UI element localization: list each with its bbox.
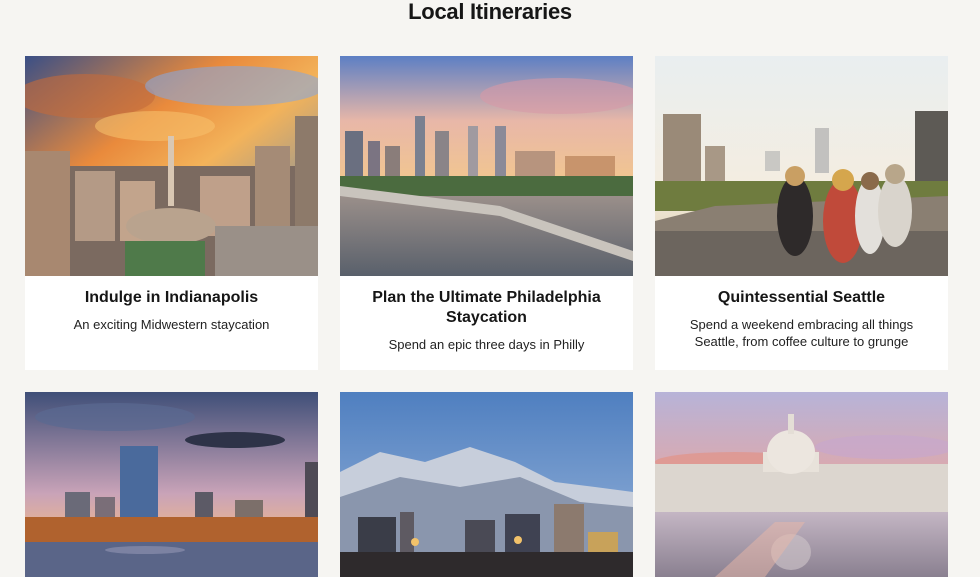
itinerary-card-washington-dc[interactable] bbox=[655, 392, 948, 577]
card-title: Indulge in Indianapolis bbox=[84, 289, 259, 306]
philadelphia-photo bbox=[340, 56, 633, 276]
salt-lake-city-photo bbox=[340, 392, 633, 577]
itinerary-card-indianapolis[interactable]: Indulge in Indianapolis An exciting Midw… bbox=[25, 56, 318, 370]
itinerary-card-philadelphia[interactable]: Plan the Ultimate Philadelphia Staycatio… bbox=[340, 56, 633, 370]
itinerary-card-seattle[interactable]: Quintessential Seattle Spend a weekend e… bbox=[655, 56, 948, 370]
card-description: An exciting Midwestern staycation bbox=[73, 317, 270, 332]
itinerary-card-salt-lake-city[interactable] bbox=[340, 392, 633, 577]
boston-photo bbox=[25, 392, 318, 577]
indianapolis-photo bbox=[25, 56, 318, 276]
card-title: Quintessential Seattle bbox=[717, 289, 886, 306]
us-capitol-photo bbox=[655, 392, 948, 577]
seattle-photo bbox=[655, 56, 948, 276]
section-title: Local Itineraries bbox=[408, 0, 572, 24]
local-itineraries-section: Local Itineraries Indulge in Indianapoli… bbox=[0, 0, 980, 577]
card-title: Plan the Ultimate Philadelphia Staycatio… bbox=[372, 289, 601, 326]
itinerary-card-boston[interactable] bbox=[25, 392, 318, 577]
card-description: Spend a weekend embracing all things Sea… bbox=[689, 317, 914, 349]
card-description: Spend an epic three days in Philly bbox=[388, 337, 585, 352]
